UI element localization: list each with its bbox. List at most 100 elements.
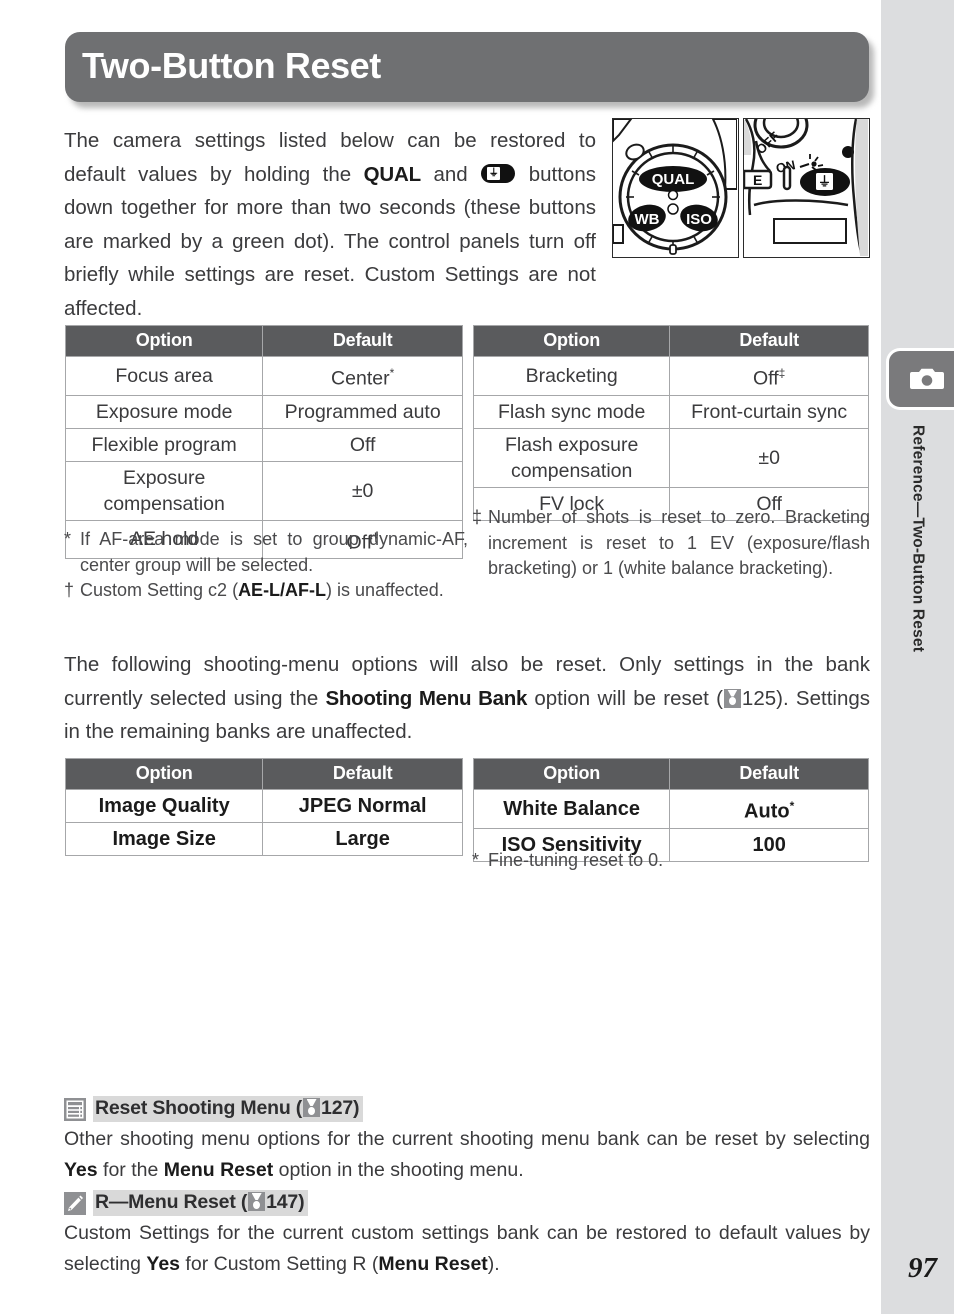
- intro-text-part2: and: [420, 162, 481, 186]
- footnote-text: Fine-tuning reset to 0.: [488, 850, 664, 870]
- page-reference-icon: [723, 688, 741, 708]
- column-header-option: Option: [64, 325, 264, 357]
- cell-default: Programmed auto: [262, 394, 463, 429]
- page-content: Two-Button Reset The camera settings lis…: [0, 0, 881, 1314]
- table-header-row: Option Default: [472, 325, 869, 357]
- column-header-default: Default: [669, 325, 869, 357]
- camera-illustrations: QUAL WB ISO OFF E ⏚: [612, 118, 870, 258]
- note-r-menu-reset: R—Menu Reset (147) Custom Settings for t…: [64, 1190, 870, 1280]
- note-body-b: for the: [97, 1159, 164, 1181]
- note-bold-yes: Yes: [146, 1253, 181, 1275]
- svg-text:⏚: ⏚: [818, 174, 831, 189]
- page-reference-icon: [248, 1192, 266, 1211]
- camera-mode-dial-photo: QUAL WB ISO: [612, 118, 739, 258]
- camera-icon-tab: [886, 348, 954, 410]
- mid-paragraph: The following shooting-menu options will…: [64, 648, 870, 749]
- note-heading: Reset Shooting Menu ( 127): [64, 1096, 870, 1122]
- table-row: Flash exposure compensation ±0: [472, 427, 869, 488]
- note-bold-yes: Yes: [64, 1159, 98, 1181]
- table-header-row: Option Default: [472, 758, 869, 790]
- cell-default: Off: [262, 427, 463, 462]
- note-reset-shooting-menu: Reset Shooting Menu ( 127) Other shooting…: [64, 1096, 870, 1186]
- footnote-star-right: * Fine-tuning reset to 0.: [472, 848, 870, 874]
- note-bold-menu-reset: Menu Reset: [378, 1253, 488, 1275]
- footnote-mark: *: [472, 850, 480, 870]
- table-row: Exposure compensation ±0: [64, 460, 463, 521]
- cell-default: Off‡: [669, 356, 869, 396]
- footnote-star: * If AF-area mode is set to group dynami…: [64, 527, 468, 578]
- note-heading-close: ): [352, 1097, 360, 1119]
- cell-default: Front-curtain sync: [669, 394, 869, 429]
- footnote-fine-tuning: * Fine-tuning reset to 0.: [472, 848, 870, 874]
- table-row: Bracketing Off‡: [472, 356, 869, 396]
- flash-settings-table: Option Default Bracketing Off‡ Flash syn…: [472, 325, 869, 521]
- page-title: Two-Button Reset: [82, 45, 381, 87]
- note-body-b: for Custom Setting R (: [180, 1253, 379, 1275]
- table-row: Exposure mode Programmed auto: [64, 394, 463, 429]
- mid-page-ref: 125: [741, 686, 777, 710]
- footnote-text: Number of shots is reset to zero. Bracke…: [488, 507, 870, 578]
- side-running-header-text: Reference—Two-Button Reset: [909, 425, 927, 653]
- footnotes-left: * If AF-area mode is set to group dynami…: [64, 527, 468, 604]
- cell-option: Image Size: [64, 822, 264, 856]
- table-row: Image Quality JPEG Normal: [64, 789, 463, 823]
- column-header-option: Option: [64, 758, 264, 790]
- cell-option: Flexible program: [64, 427, 264, 462]
- footnote-text-b: ) is unaffected.: [326, 580, 444, 600]
- cell-default: ±0: [669, 427, 869, 488]
- page-reference-icon: [303, 1098, 321, 1117]
- column-header-option: Option: [472, 325, 671, 357]
- white-balance-iso-table-wrap: Option Default White Balance Auto* ISO S…: [472, 758, 869, 862]
- note-body-c: option in the shooting menu.: [273, 1159, 524, 1181]
- note-heading-label: R—Menu Reset (: [95, 1191, 248, 1213]
- footnote-dagger: † Custom Setting c2 (AE-L/AF-L) is unaff…: [64, 578, 468, 604]
- footnote-mark: *: [789, 799, 795, 813]
- shooting-menu-bank-label: Shooting Menu Bank: [325, 686, 528, 710]
- note-heading-label: Reset Shooting Menu (: [95, 1097, 303, 1119]
- footnote-bold: AE-L/AF-L: [238, 580, 327, 600]
- camera-power-switch-photo: OFF ON E ⏚: [743, 118, 870, 258]
- manual-page: Reference—Two-Button Reset 97 Two-Button…: [0, 0, 954, 1314]
- svg-text:E: E: [753, 172, 762, 188]
- footnote-mark: ‡: [778, 366, 786, 380]
- note-heading-text: Reset Shooting Menu ( 127): [93, 1096, 364, 1122]
- footnote-text-a: Custom Setting c2 (: [80, 580, 239, 600]
- white-balance-iso-table: Option Default White Balance Auto* ISO S…: [472, 758, 869, 862]
- footnote-text: Custom Setting c2 (AE-L/AF-L) is unaffec…: [80, 578, 468, 604]
- svg-text:ISO: ISO: [686, 211, 712, 228]
- note-heading-page: 147: [266, 1191, 299, 1213]
- flash-settings-table-wrap: Option Default Bracketing Off‡ Flash syn…: [472, 325, 869, 521]
- side-running-header: Reference—Two-Button Reset: [881, 425, 954, 965]
- column-header-default: Default: [262, 758, 463, 790]
- table-header-row: Option Default: [64, 325, 463, 357]
- cell-default: Auto*: [669, 789, 869, 829]
- cell-default-text: Center: [331, 367, 390, 390]
- svg-text:QUAL: QUAL: [652, 171, 695, 188]
- menu-list-icon: [64, 1097, 86, 1121]
- note-body: Custom Settings for the current custom s…: [64, 1218, 870, 1280]
- cell-default: Large: [262, 822, 463, 856]
- cell-default: JPEG Normal: [262, 789, 463, 823]
- basic-settings-table: Option Default Focus area Center* Exposu…: [64, 325, 463, 559]
- exposure-compensation-button-icon: ⏚: [481, 163, 516, 183]
- note-heading-text: R—Menu Reset (147): [93, 1190, 309, 1216]
- image-settings-table-wrap: Option Default Image Quality JPEG Normal…: [64, 758, 463, 856]
- footnote-mark: †: [64, 580, 75, 600]
- camera-icon: [909, 366, 944, 392]
- pencil-icon: [64, 1191, 86, 1215]
- cell-option: White Balance: [472, 789, 671, 829]
- svg-text:WB: WB: [635, 211, 660, 228]
- cell-option: Bracketing: [472, 356, 671, 396]
- basic-settings-table-wrap: Option Default Focus area Center* Exposu…: [64, 325, 463, 559]
- note-body-a: Other shooting menu options for the curr…: [64, 1128, 870, 1150]
- cell-option: Image Quality: [64, 789, 264, 823]
- note-heading-page: 127: [321, 1097, 353, 1119]
- cell-default: Center*: [262, 356, 463, 396]
- table-row: Image Size Large: [64, 822, 463, 856]
- cell-option: Focus area: [64, 356, 264, 396]
- footnotes-right: ‡ Number of shots is reset to zero. Brac…: [472, 505, 870, 582]
- footnote-mark: *: [64, 529, 72, 549]
- note-body: Other shooting menu options for the curr…: [64, 1124, 870, 1186]
- mid-text-part2: option will be reset (: [527, 686, 723, 710]
- column-header-default: Default: [262, 325, 463, 357]
